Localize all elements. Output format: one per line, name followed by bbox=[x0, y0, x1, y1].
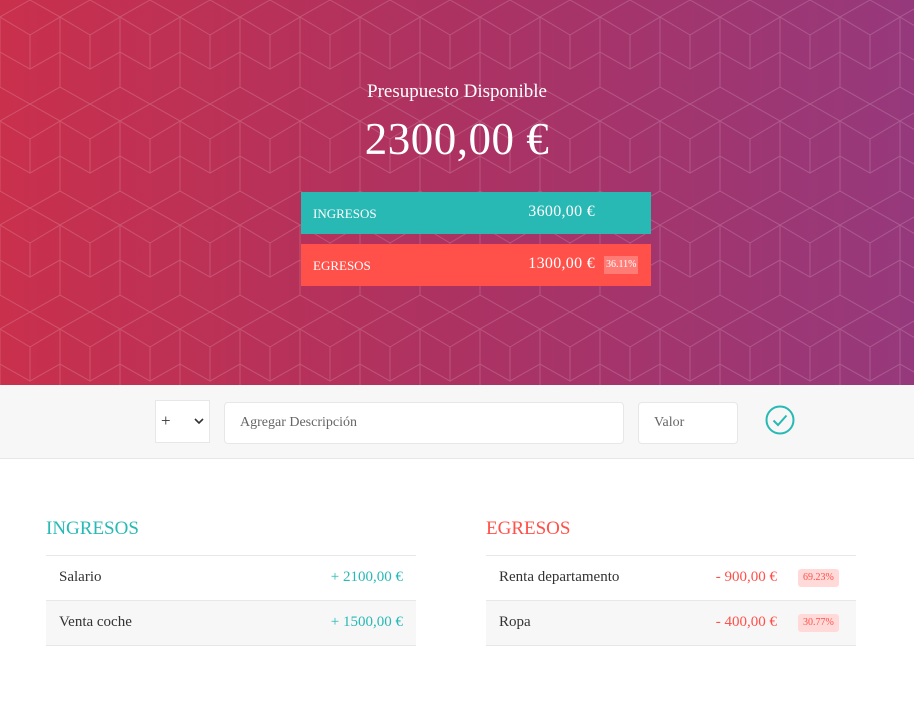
add-item-bar: + bbox=[0, 385, 914, 459]
chevron-down-icon bbox=[194, 418, 204, 425]
type-select-value: + bbox=[161, 411, 171, 430]
type-select[interactable]: + bbox=[155, 400, 210, 443]
budget-total-value: 2300,00 € bbox=[364, 114, 550, 164]
income-item-value: + 1500,00 € bbox=[330, 614, 403, 630]
income-item-value: + 2100,00 € bbox=[330, 569, 403, 585]
expense-list: Renta departamento - 900,00 € 69.23% Rop… bbox=[486, 555, 856, 646]
expense-list-item[interactable]: Ropa - 400,00 € 30.77% bbox=[486, 601, 856, 646]
value-input[interactable] bbox=[638, 402, 738, 444]
expense-summary-value: 1300,00 € bbox=[528, 255, 595, 272]
expense-item-value: - 900,00 € bbox=[715, 569, 777, 585]
income-item-description: Venta coche bbox=[59, 614, 132, 630]
expense-item-description: Renta departamento bbox=[499, 569, 620, 585]
budget-header: Presupuesto Disponible 2300,00 € INGRESO… bbox=[0, 0, 914, 385]
income-summary-label: INGRESOS bbox=[313, 206, 377, 221]
checkmark-circle-icon bbox=[765, 405, 795, 435]
expense-item-description: Ropa bbox=[499, 614, 531, 630]
description-input[interactable] bbox=[224, 402, 624, 444]
income-list: Salario + 2100,00 € Venta coche + 1500,0… bbox=[46, 555, 416, 646]
income-summary-value: 3600,00 € bbox=[528, 203, 595, 220]
expense-item-percentage: 30.77% bbox=[798, 614, 839, 632]
expense-list-title: EGRESOS bbox=[486, 518, 571, 539]
income-list-item[interactable]: Salario + 2100,00 € bbox=[46, 556, 416, 601]
budget-title: Presupuesto Disponible bbox=[367, 81, 547, 102]
income-list-item[interactable]: Venta coche + 1500,00 € bbox=[46, 601, 416, 646]
income-summary: INGRESOS 3600,00 € bbox=[301, 192, 651, 234]
income-item-description: Salario bbox=[59, 569, 102, 585]
add-item-button[interactable] bbox=[764, 404, 796, 436]
income-list-title: INGRESOS bbox=[46, 518, 139, 539]
expense-item-percentage: 69.23% bbox=[798, 569, 839, 587]
expense-summary-percentage: 36.11% bbox=[604, 256, 639, 274]
expense-summary-label: EGRESOS bbox=[313, 258, 371, 273]
expense-summary: EGRESOS 1300,00 € 36.11% bbox=[301, 244, 651, 286]
expense-item-value: - 400,00 € bbox=[715, 614, 777, 630]
expense-list-item[interactable]: Renta departamento - 900,00 € 69.23% bbox=[486, 556, 856, 601]
